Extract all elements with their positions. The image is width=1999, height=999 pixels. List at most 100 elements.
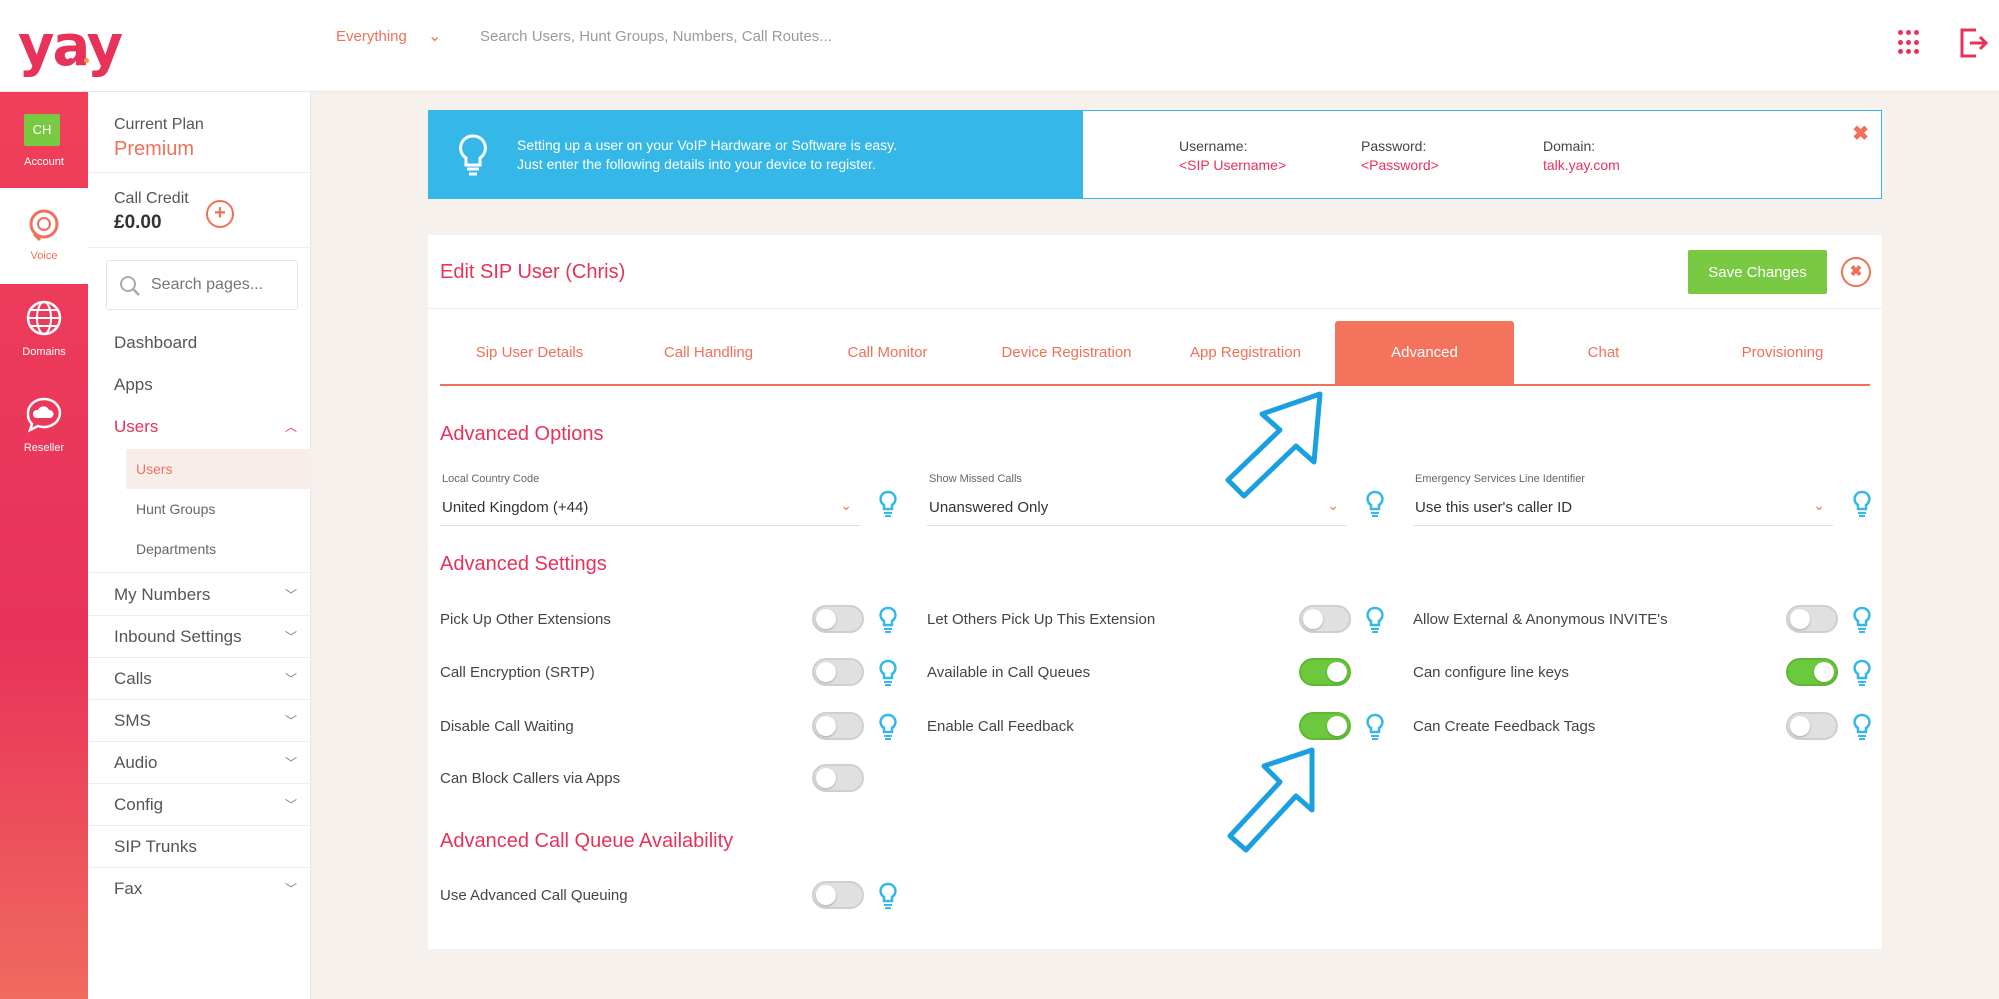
option-label: Allow External & Anonymous INVITE's [1413, 611, 1668, 628]
tab-advanced[interactable]: Advanced [1335, 321, 1514, 384]
close-icon[interactable]: ✖ [1841, 257, 1871, 287]
tab-device-registration[interactable]: Device Registration [977, 321, 1156, 384]
apps-grid-icon[interactable] [1898, 30, 1920, 56]
option-label: Call Encryption (SRTP) [440, 664, 595, 681]
save-button[interactable]: Save Changes [1688, 250, 1827, 294]
lightbulb-icon[interactable] [1853, 490, 1871, 518]
lightbulb-icon[interactable] [1853, 659, 1871, 687]
tab-sip-user-details[interactable]: Sip User Details [440, 321, 619, 384]
block-callers-via-apps-toggle[interactable] [812, 764, 864, 792]
sidebar-item-audio[interactable]: Audio ﹀ [88, 742, 311, 784]
chevron-down-icon: ﹀ [284, 588, 297, 602]
advanced-call-queuing-toggle[interactable] [812, 881, 864, 909]
disable-call-waiting-toggle[interactable] [812, 712, 864, 740]
configure-line-keys-toggle[interactable] [1786, 658, 1838, 686]
let-others-pick-up-toggle[interactable] [1299, 605, 1351, 633]
sidebar-item-label: SIP Trunks [114, 837, 197, 856]
banner-line-1: Setting up a user on your VoIP Hardware … [517, 137, 898, 153]
page-search[interactable] [106, 260, 298, 310]
rail-label: Voice [30, 250, 58, 262]
available-in-call-queues-toggle[interactable] [1299, 658, 1351, 686]
logout-icon[interactable] [1958, 26, 1990, 60]
tab-call-handling[interactable]: Call Handling [619, 321, 798, 384]
domain-label: Domain: [1543, 138, 1596, 154]
sidebar-item-config[interactable]: Config ﹀ [88, 784, 311, 826]
plan-value[interactable]: Premium [114, 138, 194, 161]
call-encryption-toggle[interactable] [812, 658, 864, 686]
underline [927, 525, 1347, 526]
tab-call-monitor[interactable]: Call Monitor [798, 321, 977, 384]
sidebar-item-my-numbers[interactable]: My Numbers ﹀ [88, 574, 311, 616]
emergency-line-identifier-select[interactable]: Emergency Services Line Identifier Use t… [1413, 473, 1833, 533]
yay-logo[interactable]: yay [18, 14, 123, 79]
divider [88, 172, 311, 173]
option-label: Disable Call Waiting [440, 718, 574, 735]
username-info: Username: <SIP Username> [1179, 137, 1286, 175]
sidebar-subitem-departments[interactable]: Departments [126, 529, 311, 569]
global-search-input[interactable]: Search Users, Hunt Groups, Numbers, Call… [480, 28, 832, 45]
option-label: Can Create Feedback Tags [1413, 718, 1596, 735]
tab-chat[interactable]: Chat [1514, 321, 1693, 384]
chevron-down-icon: ﹀ [284, 882, 297, 896]
sidebar-item-label: Config [114, 795, 164, 814]
lightbulb-icon[interactable] [879, 659, 897, 687]
lightbulb-icon[interactable] [879, 490, 897, 518]
enable-call-feedback-toggle[interactable] [1299, 712, 1351, 740]
sidebar-item-apps[interactable]: Apps [88, 364, 311, 406]
local-country-code-select[interactable]: Local Country Code United Kingdom (+44) … [440, 473, 860, 533]
option-label: Use Advanced Call Queuing [440, 887, 628, 904]
tab-provisioning[interactable]: Provisioning [1693, 321, 1872, 384]
close-icon[interactable]: ✖ [1852, 121, 1869, 146]
add-credit-button[interactable]: + [206, 200, 234, 228]
option-label: Enable Call Feedback [927, 718, 1074, 735]
sidebar-item-label: Fax [114, 879, 143, 898]
lightbulb-icon[interactable] [1853, 606, 1871, 634]
option-label: Can Block Callers via Apps [440, 770, 621, 787]
username-label: Username: [1179, 138, 1248, 154]
sidebar-item-fax[interactable]: Fax ﹀ [88, 868, 311, 910]
chevron-down-icon[interactable]: ⌄ [428, 26, 441, 46]
rail-item-domains[interactable]: Domains [0, 284, 88, 380]
domain-value: talk.yay.com [1543, 157, 1620, 173]
sidebar-item-users[interactable]: Users ︿ [88, 406, 311, 448]
allow-external-invite-toggle[interactable] [1786, 605, 1838, 633]
rail-item-account[interactable]: CH Account [0, 92, 88, 188]
tab-bar: Sip User Details Call Handling Call Moni… [440, 321, 1870, 386]
select-label: Emergency Services Line Identifier [1415, 473, 1585, 485]
sidebar: Current Plan Premium Call Credit £0.00 +… [88, 92, 311, 999]
plan-label: Current Plan [114, 116, 204, 133]
rail-item-reseller[interactable]: Reseller [0, 380, 88, 476]
lightbulb-icon[interactable] [1366, 606, 1384, 634]
sidebar-subitem-hunt-groups[interactable]: Hunt Groups [126, 489, 311, 529]
sidebar-item-inbound-settings[interactable]: Inbound Settings ﹀ [88, 616, 311, 658]
sidebar-item-sms[interactable]: SMS ﹀ [88, 700, 311, 742]
create-feedback-tags-toggle[interactable] [1786, 712, 1838, 740]
top-bar: yay Everything ⌄ Search Users, Hunt Grou… [0, 0, 1999, 92]
select-label: Show Missed Calls [929, 473, 1022, 485]
lightbulb-icon[interactable] [1366, 490, 1384, 518]
rail-item-voice[interactable]: Voice [0, 188, 88, 284]
page-search-input[interactable] [151, 273, 291, 297]
sidebar-item-label: Calls [114, 669, 152, 688]
underline [1413, 525, 1833, 526]
lightbulb-icon[interactable] [879, 882, 897, 910]
sidebar-item-dashboard[interactable]: Dashboard [88, 322, 311, 364]
lightbulb-icon[interactable] [1366, 713, 1384, 741]
chevron-down-icon: ﹀ [284, 756, 297, 770]
tab-app-registration[interactable]: App Registration [1156, 321, 1335, 384]
sidebar-item-label: Dashboard [114, 333, 198, 352]
select-value: Unanswered Only [929, 499, 1049, 516]
sidebar-item-label: SMS [114, 711, 151, 730]
search-scope-select[interactable]: Everything [336, 28, 407, 45]
page-title: Edit SIP User (Chris) [440, 261, 626, 283]
sidebar-item-label: Apps [114, 375, 153, 394]
lightbulb-icon[interactable] [879, 713, 897, 741]
sidebar-item-sip-trunks[interactable]: SIP Trunks [88, 826, 311, 868]
sidebar-item-calls[interactable]: Calls ﹀ [88, 658, 311, 700]
pick-up-other-extensions-toggle[interactable] [812, 605, 864, 633]
sidebar-item-label: Audio [114, 753, 158, 772]
lightbulb-icon[interactable] [879, 606, 897, 634]
lightbulb-icon[interactable] [1853, 713, 1871, 741]
select-value: Use this user's caller ID [1415, 499, 1573, 516]
sidebar-subitem-users[interactable]: Users [126, 449, 311, 489]
